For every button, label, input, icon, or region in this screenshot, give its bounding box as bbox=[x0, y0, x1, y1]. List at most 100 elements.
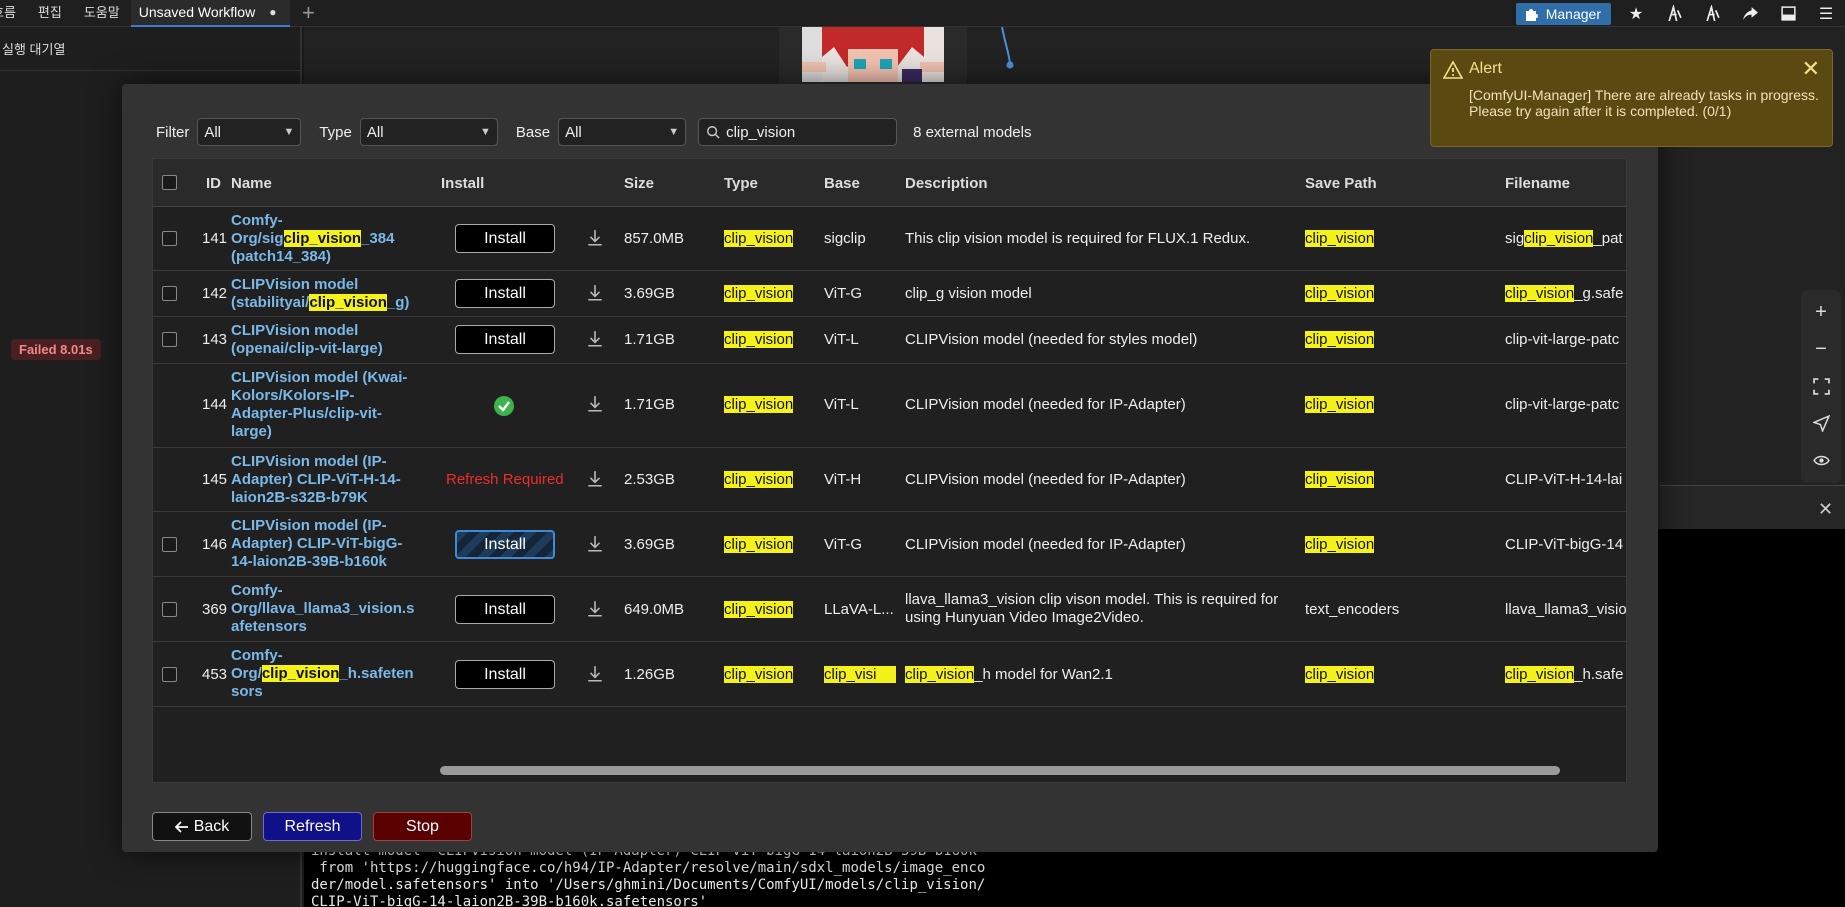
model-name-link[interactable]: CLIPVision model (IP- Adapter) CLIP-ViT-… bbox=[231, 517, 416, 571]
horizontal-scrollbar[interactable] bbox=[440, 766, 1560, 775]
row-size: 3.69GB bbox=[624, 536, 675, 553]
eye-icon[interactable] bbox=[1803, 442, 1839, 479]
row-filename: clip-vit-large-patc bbox=[1505, 331, 1620, 348]
install-button[interactable]: Install bbox=[455, 325, 555, 354]
zoom-in-icon[interactable]: + bbox=[1803, 294, 1839, 331]
install-button[interactable]: Install bbox=[455, 660, 555, 689]
name-line: Comfy- bbox=[231, 582, 283, 599]
base-select-value: All bbox=[565, 123, 582, 141]
col-type[interactable]: Type bbox=[724, 175, 758, 192]
download-icon[interactable] bbox=[586, 284, 604, 302]
base-select[interactable]: All ▼ bbox=[558, 118, 687, 146]
stop-button[interactable]: Stop bbox=[373, 812, 472, 841]
row-checkbox[interactable] bbox=[162, 667, 177, 682]
install-button[interactable]: Install bbox=[455, 224, 555, 253]
model-icon-a[interactable] bbox=[1655, 0, 1693, 27]
install-button[interactable]: Install bbox=[455, 279, 555, 308]
row-type: clip_vision bbox=[724, 396, 794, 413]
download-icon[interactable] bbox=[586, 330, 604, 348]
model-name-link[interactable]: Comfy- Org/clip_vision_h.safeten sors bbox=[231, 647, 416, 701]
row-base: ViT-L bbox=[824, 331, 859, 348]
table-row: 144 CLIPVision model (Kwai- Kolors/Kolor… bbox=[153, 364, 1626, 448]
new-tab-button[interactable]: + bbox=[290, 0, 326, 27]
download-icon[interactable] bbox=[586, 229, 604, 247]
row-id: 453 bbox=[202, 666, 228, 683]
send-icon[interactable] bbox=[1803, 405, 1839, 442]
model-name-link[interactable]: CLIPVision model (Kwai- Kolors/Kolors-IP… bbox=[231, 369, 416, 441]
row-base: ViT-G bbox=[824, 536, 863, 553]
row-checkbox[interactable] bbox=[162, 286, 177, 301]
row-base: ViT-H bbox=[824, 471, 862, 488]
row-description: llava_llama3_vision clip vison model. Th… bbox=[905, 591, 1295, 627]
row-filename: CLIP-ViT-bigG-14 bbox=[1505, 536, 1624, 553]
row-base: ViT-L bbox=[824, 396, 859, 413]
model-name-link[interactable]: CLIPVision model (openai/clip-vit-large) bbox=[231, 322, 416, 358]
row-size: 1.71GB bbox=[624, 396, 675, 413]
base-label: Base bbox=[515, 123, 551, 141]
row-filename: clip_vision _h.safe bbox=[1505, 666, 1623, 683]
col-id[interactable]: ID bbox=[206, 175, 221, 192]
panel-toggle-icon[interactable] bbox=[1769, 0, 1807, 27]
col-filename[interactable]: Filename bbox=[1505, 175, 1570, 192]
download-icon[interactable] bbox=[586, 395, 604, 413]
model-name-link[interactable]: Comfy- Org/llava_llama3_vision.s afetens… bbox=[231, 582, 416, 636]
col-name[interactable]: Name bbox=[231, 175, 272, 192]
close-terminal-icon[interactable]: ✕ bbox=[1818, 499, 1833, 520]
row-size: 857.0MB bbox=[624, 230, 685, 247]
select-all-checkbox[interactable] bbox=[162, 175, 177, 190]
type-label: Type bbox=[319, 123, 352, 141]
hamburger-menu-icon[interactable]: ☰ bbox=[1807, 0, 1845, 27]
zoom-out-icon[interactable]: − bbox=[1803, 331, 1839, 368]
row-checkbox[interactable] bbox=[162, 332, 177, 347]
model-manager-dialog: Filter All ▼ Type All ▼ Base All ▼ 8 extern… bbox=[122, 84, 1658, 852]
terminal-output: install model 'CLIPVision model (IP-Adap… bbox=[311, 843, 986, 907]
search-input[interactable] bbox=[726, 123, 887, 141]
model-name-link[interactable]: CLIPVision model (IP- Adapter) CLIP-ViT-… bbox=[231, 453, 416, 507]
col-install[interactable]: Install bbox=[441, 175, 484, 192]
menu-help[interactable]: 도움말 bbox=[73, 0, 131, 27]
model-icon-b[interactable] bbox=[1693, 0, 1731, 27]
menu-workflow[interactable]: 흐름 bbox=[0, 0, 27, 27]
download-icon[interactable] bbox=[586, 535, 604, 553]
filename-part: sig bbox=[1505, 230, 1525, 247]
workflow-tab[interactable]: Unsaved Workflow ● bbox=[130, 0, 291, 27]
star-icon[interactable]: ★ bbox=[1617, 0, 1655, 27]
install-button-in-progress[interactable]: Install bbox=[455, 530, 555, 559]
refresh-button[interactable]: Refresh bbox=[263, 812, 362, 841]
description-line: using Hunyuan Video Image2Video. bbox=[905, 609, 1144, 626]
node-link-wire bbox=[1001, 27, 1014, 69]
col-size[interactable]: Size bbox=[624, 175, 654, 192]
name-part: _h.safeten bbox=[339, 665, 414, 682]
menu-edit[interactable]: 편집 bbox=[27, 0, 73, 27]
row-description: CLIPVision model (needed for IP-Adapter) bbox=[905, 396, 1186, 413]
filter-bar: Filter All ▼ Type All ▼ Base All ▼ 8 extern… bbox=[156, 118, 1031, 146]
col-save-path[interactable]: Save Path bbox=[1305, 175, 1377, 192]
col-base[interactable]: Base bbox=[824, 175, 860, 192]
filename-part: _h.safe bbox=[1574, 666, 1624, 683]
search-box[interactable] bbox=[698, 118, 898, 146]
filename-part: _pat bbox=[1593, 230, 1623, 247]
model-name-link[interactable]: Comfy- Org/sigclip_vision_384 (patch14_3… bbox=[231, 212, 416, 266]
model-name-link[interactable]: CLIPVision model (stabilityai/clip_visio… bbox=[231, 276, 416, 312]
close-icon[interactable]: ✕ bbox=[1802, 56, 1820, 82]
row-checkbox[interactable] bbox=[162, 231, 177, 246]
row-filename: llava_llama3_visio bbox=[1505, 601, 1627, 618]
name-part: (stabilityai/ bbox=[231, 294, 310, 311]
download-icon[interactable] bbox=[586, 470, 604, 488]
chevron-down-icon: ▼ bbox=[479, 126, 491, 138]
download-icon[interactable] bbox=[586, 665, 604, 683]
share-icon[interactable] bbox=[1731, 0, 1769, 27]
row-description: CLIPVision model (needed for styles mode… bbox=[905, 331, 1198, 348]
download-icon[interactable] bbox=[586, 600, 604, 618]
row-checkbox[interactable] bbox=[162, 537, 177, 552]
filter-select[interactable]: All ▼ bbox=[197, 118, 302, 146]
row-checkbox[interactable] bbox=[162, 602, 177, 617]
col-description[interactable]: Description bbox=[905, 175, 988, 192]
type-select[interactable]: All ▼ bbox=[359, 118, 498, 146]
back-button[interactable]: Back bbox=[152, 812, 252, 841]
row-id: 145 bbox=[202, 471, 228, 488]
manager-button[interactable]: Manager bbox=[1515, 2, 1611, 25]
install-button[interactable]: Install bbox=[455, 595, 555, 624]
unsaved-dot-icon[interactable]: ● bbox=[269, 5, 276, 19]
fit-view-icon[interactable] bbox=[1803, 368, 1839, 405]
